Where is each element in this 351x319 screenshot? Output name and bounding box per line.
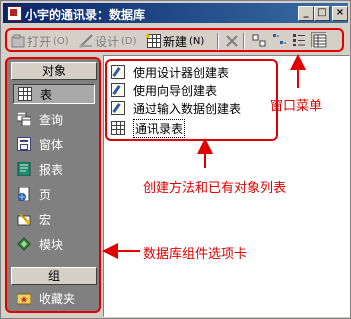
macro-icon [17, 212, 31, 226]
sidebar-item-modules[interactable]: 模块 [13, 234, 95, 254]
sidebar-item-label: 表 [40, 87, 53, 102]
close-button[interactable]: × [332, 6, 348, 21]
open-button[interactable]: 打开 (O) [11, 33, 69, 49]
report-icon [17, 161, 31, 177]
list-item-create-by-entering-data[interactable]: 通过输入数据创建表 [111, 100, 241, 116]
list-item-create-with-wizard[interactable]: 使用向导创建表 [111, 82, 217, 98]
design-button[interactable]: 设计 (D) [79, 33, 137, 49]
window-menu-annotation: 窗口菜单 [270, 99, 323, 114]
toolbar-separator [217, 33, 218, 49]
design-icon [79, 34, 93, 48]
groups-header[interactable]: 组 [11, 267, 97, 285]
details-view-button[interactable] [311, 32, 327, 48]
new-table-icon [145, 33, 161, 48]
list-view-button[interactable] [291, 32, 307, 48]
sidebar-item-queries[interactable]: 查询 [13, 109, 95, 129]
sidebar-item-label: 报表 [39, 162, 64, 177]
query-icon [16, 111, 32, 127]
title-bar[interactable]: 小宇的通讯录：数据库 _ □ × [3, 3, 348, 23]
sidebar-item-label: 宏 [39, 212, 52, 227]
open-shortcut: (O) [53, 35, 69, 47]
sidebar-item-forms[interactable]: 窗体 [13, 134, 95, 154]
sidebar-item-tables[interactable]: 表 [13, 84, 95, 104]
sidebar-item-macros[interactable]: 宏 [13, 209, 95, 229]
favorites-folder-icon [16, 291, 32, 305]
module-icon [17, 237, 31, 251]
wizard-icon [111, 83, 125, 97]
open-label: 打开 [27, 34, 52, 49]
tabs-annotation: 数据库组件选项卡 [143, 247, 248, 262]
window-toolbar: 打开 (O) 设计 (D) 新建 (N) [5, 28, 344, 52]
list-annotation: 创建方法和已有对象列表 [143, 181, 287, 196]
maximize-button[interactable]: □ [314, 6, 330, 21]
large-icons-view-button[interactable] [251, 32, 267, 48]
minimize-button[interactable]: _ [298, 6, 314, 21]
toolbar-separator [243, 33, 244, 49]
page-icon [17, 186, 31, 202]
list-item-label: 使用设计器创建表 [133, 65, 230, 80]
sidebar-item-label: 页 [39, 187, 52, 202]
sidebar-item-label: 收藏夹 [39, 291, 76, 306]
sidebar-item-reports[interactable]: 报表 [13, 159, 95, 179]
list-item-label: 通过输入数据创建表 [133, 101, 242, 116]
new-label: 新建 [163, 34, 188, 49]
list-item-label: 通讯录表 [133, 118, 186, 138]
delete-icon [225, 34, 239, 48]
design-shortcut: (D) [121, 35, 137, 47]
sidebar-item-label: 窗体 [39, 137, 64, 152]
delete-button[interactable] [225, 33, 241, 49]
small-icons-view-button[interactable] [271, 32, 287, 48]
sidebar-item-favorites[interactable]: 收藏夹 [13, 288, 95, 308]
object-tabs-sidebar: 对象 表 查询 窗体 报表 页 宏 模块 组 收藏夹 [5, 57, 101, 313]
sidebar-item-pages[interactable]: 页 [13, 184, 95, 204]
table-icon [111, 121, 125, 135]
table-icon [18, 87, 32, 101]
list-item-create-in-design-view[interactable]: 使用设计器创建表 [111, 64, 229, 80]
new-shortcut: (N) [189, 35, 205, 47]
objects-header[interactable]: 对象 [11, 62, 97, 80]
form-icon [17, 137, 31, 151]
sidebar-item-label: 模块 [39, 237, 64, 252]
database-window: 小宇的通讯录：数据库 _ □ × 打开 (O) 设计 (D) 新建 (N) 对象… [0, 0, 351, 319]
open-icon [11, 34, 25, 48]
new-button[interactable]: 新建 (N) [145, 33, 205, 49]
data-entry-icon [111, 101, 125, 115]
list-item-contacts-table[interactable]: 通讯录表 [111, 118, 186, 138]
list-item-label: 使用向导创建表 [133, 83, 218, 98]
design-wizard-icon [111, 65, 125, 79]
app-icon[interactable] [7, 6, 22, 21]
window-title: 小宇的通讯录：数据库 [25, 8, 146, 22]
sidebar-item-label: 查询 [39, 112, 64, 127]
design-label: 设计 [95, 34, 120, 49]
